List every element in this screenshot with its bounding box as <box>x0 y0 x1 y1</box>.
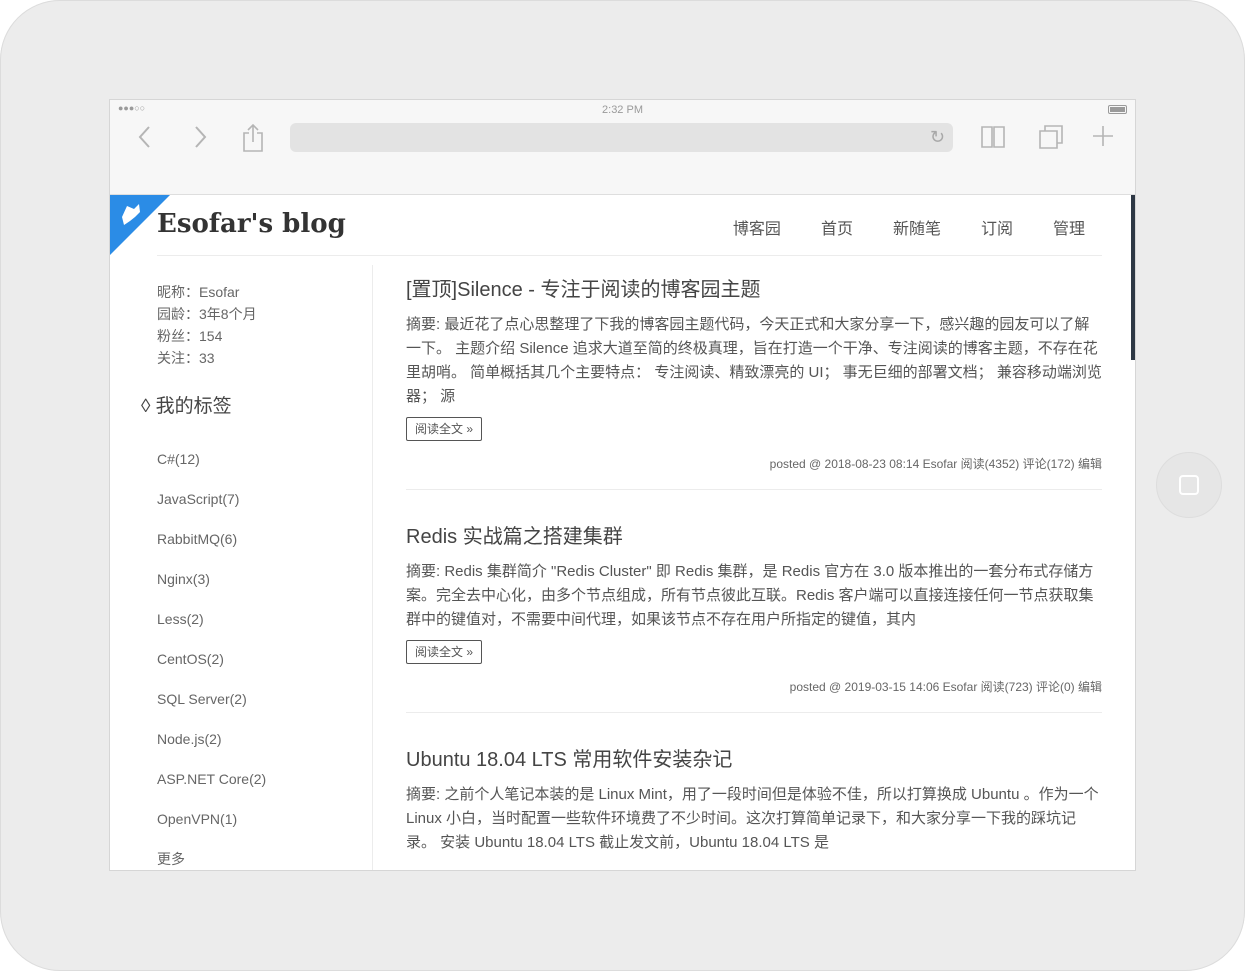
battery-icon <box>1108 105 1127 114</box>
profile-following: 关注：33 <box>157 350 215 366</box>
address-bar[interactable]: ↻ <box>290 123 953 152</box>
post-item: [置顶]Silence - 专注于阅读的博客园主题 摘要: 最近花了点心思整理了… <box>406 275 1102 490</box>
share-icon[interactable] <box>242 124 264 152</box>
browser-toolbar: ●●●○○ 2:32 PM ↻ <box>110 100 1135 195</box>
scrollbar-thumb[interactable] <box>1131 195 1135 360</box>
post-summary: 摘要: 之前个人笔记本装的是 Linux Mint，用了一段时间但是体验不佳，所… <box>406 786 1099 851</box>
post-meta: posted @ 2019-03-15 14:06 Esofar 阅读(723)… <box>789 680 1102 694</box>
status-time: 2:32 PM <box>602 104 643 116</box>
tabs-icon[interactable] <box>1038 124 1064 150</box>
web-page: Esofar's blog 博客园 首页 新随笔 订阅 管理 昵称：Esofar… <box>110 195 1135 870</box>
tag-item[interactable]: CentOS(2) <box>157 641 266 681</box>
tag-item[interactable]: C#(12) <box>157 441 266 481</box>
nav-home[interactable]: 首页 <box>821 215 853 239</box>
reload-icon[interactable]: ↻ <box>930 127 945 148</box>
post-list: [置顶]Silence - 专注于阅读的博客园主题 摘要: 最近花了点心思整理了… <box>406 275 1102 855</box>
home-button[interactable] <box>1156 452 1222 518</box>
blog-title[interactable]: Esofar's blog <box>157 209 346 239</box>
tag-item[interactable]: OpenVPN(1) <box>157 801 266 841</box>
tag-item[interactable]: RabbitMQ(6) <box>157 521 266 561</box>
ipad-frame: ●●●○○ 2:32 PM ↻ Esofar's blog 博客园 首页 新随笔… <box>0 0 1245 971</box>
header-divider <box>157 255 1102 256</box>
post-summary: 摘要: Redis 集群简介 "Redis Cluster" 即 Redis 集… <box>406 563 1094 628</box>
post-title[interactable]: Ubuntu 18.04 LTS 常用软件安装杂记 <box>406 745 1102 775</box>
profile-nickname: 昵称：Esofar <box>157 284 240 300</box>
home-square-icon <box>1179 475 1199 495</box>
nav-cnblogs[interactable]: 博客园 <box>733 215 781 239</box>
profile-fans: 粉丝：154 <box>157 328 223 344</box>
tag-list: C#(12) JavaScript(7) RabbitMQ(6) Nginx(3… <box>157 441 266 870</box>
post-divider <box>406 489 1102 490</box>
tag-item[interactable]: Node.js(2) <box>157 721 266 761</box>
post-item: Ubuntu 18.04 LTS 常用软件安装杂记 摘要: 之前个人笔记本装的是… <box>406 745 1102 855</box>
post-summary: 摘要: 最近花了点心思整理了下我的博客园主题代码，今天正式和大家分享一下，感兴趣… <box>406 316 1102 405</box>
tag-item[interactable]: Less(2) <box>157 601 266 641</box>
sidebar-divider <box>372 265 373 870</box>
post-meta: posted @ 2018-08-23 08:14 Esofar 阅读(4352… <box>769 457 1102 471</box>
tag-item[interactable]: Nginx(3) <box>157 561 266 601</box>
screen: ●●●○○ 2:32 PM ↻ Esofar's blog 博客园 首页 新随笔… <box>110 100 1135 870</box>
new-tab-icon[interactable] <box>1091 124 1115 148</box>
following-link[interactable]: 33 <box>199 350 215 366</box>
post-title[interactable]: Redis 实战篇之搭建集群 <box>406 522 1102 552</box>
nickname-link[interactable]: Esofar <box>199 284 239 300</box>
post-title[interactable]: [置顶]Silence - 专注于阅读的博客园主题 <box>406 275 1102 305</box>
read-more-button[interactable]: 阅读全文 » <box>406 640 483 664</box>
nav-subscribe[interactable]: 订阅 <box>981 215 1013 239</box>
tags-heading: ◊ 我的标签 <box>141 396 232 417</box>
post-divider <box>406 712 1102 713</box>
read-more-button[interactable]: 阅读全文 » <box>406 417 483 441</box>
sidebar: 昵称：Esofar 园龄：3年8个月 粉丝：154 关注：33 ◊ 我的标签 C… <box>141 281 357 867</box>
profile-age: 园龄：3年8个月 <box>157 306 257 322</box>
post-item: Redis 实战篇之搭建集群 摘要: Redis 集群简介 "Redis Clu… <box>406 522 1102 713</box>
nav-manage[interactable]: 管理 <box>1053 215 1085 239</box>
status-bar: ●●●○○ 2:32 PM <box>110 100 1135 120</box>
tag-item[interactable]: SQL Server(2) <box>157 681 266 721</box>
tag-item[interactable]: ASP.NET Core(2) <box>157 761 266 801</box>
fans-link[interactable]: 154 <box>199 328 222 344</box>
tag-item[interactable]: JavaScript(7) <box>157 481 266 521</box>
tag-more-link[interactable]: 更多 <box>157 841 266 870</box>
back-icon[interactable] <box>137 124 153 150</box>
top-nav: 博客园 首页 新随笔 订阅 管理 <box>693 215 1085 239</box>
profile-info: 昵称：Esofar 园龄：3年8个月 粉丝：154 关注：33 <box>157 281 357 369</box>
forward-icon[interactable] <box>192 124 208 150</box>
reader-icon[interactable] <box>980 124 1006 150</box>
nav-new-post[interactable]: 新随笔 <box>893 215 941 239</box>
age-link[interactable]: 3年8个月 <box>199 306 257 322</box>
